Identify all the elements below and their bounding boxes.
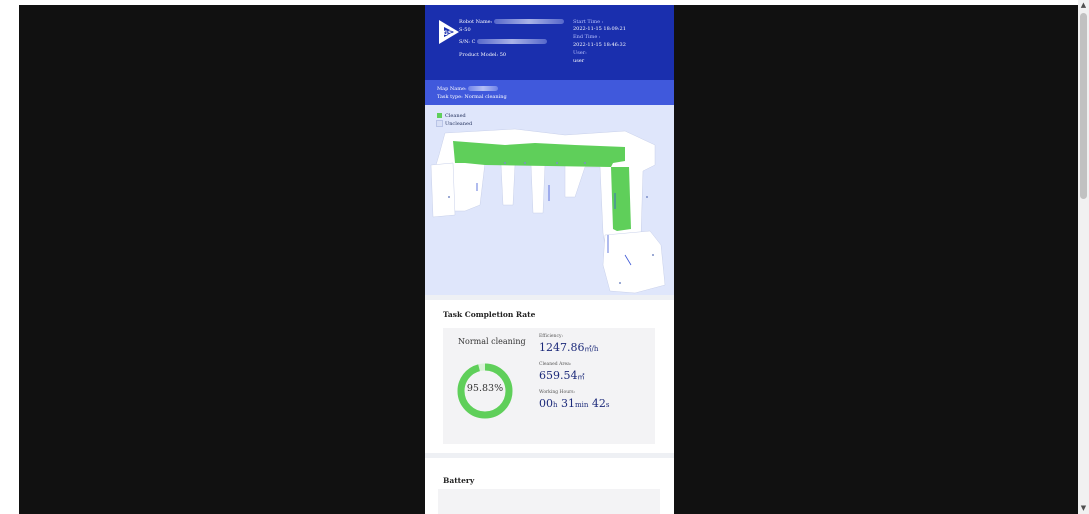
user-label: User: [573,50,587,56]
section-divider [425,295,674,300]
product-model: Product Model: 50 [459,52,507,58]
efficiency-label: Efficiency: [539,334,564,339]
map-info-bar: Map Name: Task type: Normal cleaning [425,80,674,105]
cleaning-map: Cleaned Uncleaned [425,105,674,295]
svg-text:GS: GS [443,30,452,37]
hours-h: 00 [539,397,553,410]
hours-min: 31 [561,397,576,410]
cleaning-mode: Normal cleaning [458,337,526,346]
user-value: user [573,58,585,64]
start-time-value: 2022-11-15 18:09:21 [573,26,626,32]
scroll-down-arrow-icon[interactable]: ▼ [1078,503,1089,514]
cleaned-area-value-row: 659.54㎡ [539,369,585,382]
task-type: Task type: Normal cleaning [437,94,507,100]
completion-title: Task Completion Rate [443,310,536,319]
robot-model-code: S-50 [459,27,471,33]
start-time-label: Start Time : [573,19,604,25]
robot-sn-label: S/N: C [459,39,476,45]
section-divider-2 [425,453,674,458]
efficiency-value: 1247.86 [539,341,585,354]
page-scrollbar[interactable]: ▲ ▼ [1078,0,1089,514]
robot-sn-row: S/N: C [459,39,547,45]
gs-logo-icon: GS [439,20,459,44]
robot-name-row: Robot Name: [459,19,564,25]
completion-percent: 95.83% [466,383,504,394]
hours-h-unit: h [553,401,558,409]
robot-sn-redacted [477,39,547,44]
hours-s-unit: s [605,401,610,409]
scroll-thumb[interactable] [1080,13,1087,199]
map-name-row: Map Name: [437,86,499,92]
task-report: GS Robot Name: S-50 S/N: C Product Model… [425,5,674,514]
hours-s: 42 [591,397,606,410]
working-hours-value-row: 00h 31min 42s [539,397,610,410]
cleaned-area-value: 659.54 [539,369,578,382]
report-header: GS Robot Name: S-50 S/N: C Product Model… [425,5,674,80]
left-gutter [0,0,19,514]
completion-card: Normal cleaning 95.83% Efficiency: 1247.… [443,328,655,444]
battery-title: Battery [443,476,475,485]
robot-name-label: Robot Name: [459,19,493,25]
efficiency-unit: ㎡/h [584,345,599,353]
cleaned-area-unit: ㎡ [577,373,585,381]
robot-name-redacted [493,19,564,24]
efficiency-value-row: 1247.86㎡/h [539,341,598,354]
cleaned-area-label: Cleaned Area: [539,362,572,367]
battery-card [438,489,660,514]
end-time-value: 2022-11-15 18:46:32 [573,42,626,48]
scroll-up-arrow-icon[interactable]: ▲ [1078,0,1089,11]
map-name-label: Map Name: [437,86,467,92]
map-name-redacted [468,86,499,91]
working-hours-label: Working Hours: [539,390,576,395]
floor-plan [430,128,666,294]
hours-min-unit: min [575,401,589,409]
end-time-label: End Time : [573,34,601,40]
